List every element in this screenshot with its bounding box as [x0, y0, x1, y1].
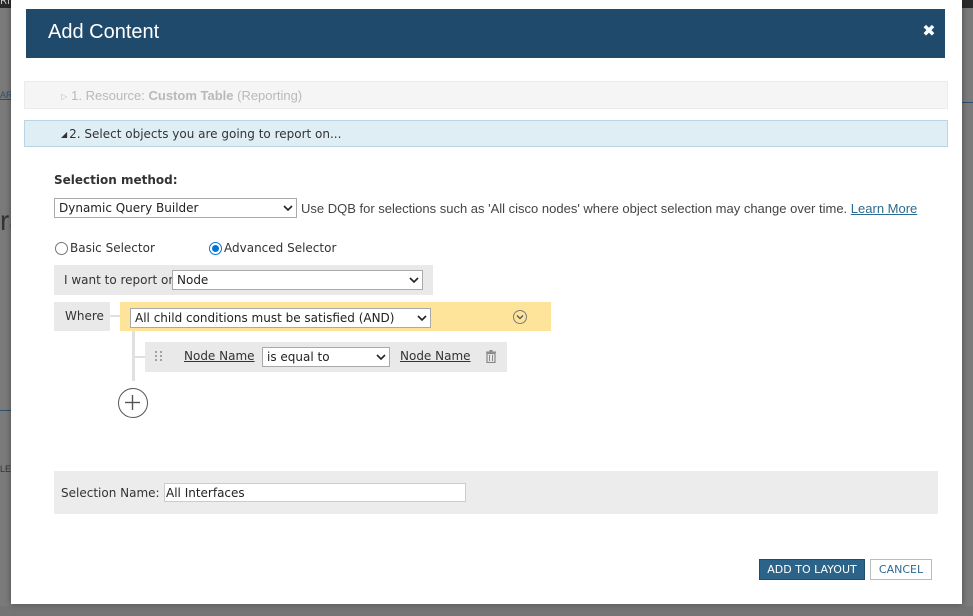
step-resource-name: Custom Table — [148, 88, 234, 103]
rule-field-link[interactable]: Node Name — [184, 349, 255, 363]
add-to-layout-button[interactable]: ADD TO LAYOUT — [759, 559, 865, 580]
report-on-value: Node — [177, 273, 209, 287]
chevron-down-icon — [417, 315, 427, 322]
dialog-title: Add Content — [48, 21, 160, 43]
selection-name-label: Selection Name: — [61, 486, 160, 500]
selection-method-hint-text: Use DQB for selections such as 'All cisc… — [301, 201, 848, 216]
add-content-dialog: Add Content ✖ ▷ 1. Resource: Custom Table… — [11, 0, 962, 604]
where-label: Where — [65, 309, 104, 323]
basic-selector-option[interactable]: Basic Selector — [55, 241, 155, 255]
selection-method-value: Dynamic Query Builder — [59, 201, 199, 215]
background-divider-right — [962, 102, 973, 103]
advanced-selector-option[interactable]: Advanced Selector — [209, 241, 336, 255]
report-on-label: I want to report on — [64, 273, 176, 287]
step-resource-suffix: (Reporting) — [237, 88, 303, 103]
drag-handle-icon[interactable] — [154, 350, 163, 362]
selection-method-label: Selection method: — [54, 173, 178, 187]
cancel-button[interactable]: CANCEL — [870, 559, 932, 580]
close-icon[interactable]: ✖ — [921, 23, 937, 39]
step-select-objects-label: ◢ 2. Select objects you are going to repo… — [61, 127, 341, 141]
expanded-triangle-icon: ◢ — [61, 130, 68, 139]
expand-circle-icon[interactable] — [513, 310, 527, 324]
tree-connector-branch — [135, 356, 145, 358]
step-resource-prefix: 1. Resource: — [71, 88, 145, 103]
where-box: Where — [54, 302, 110, 331]
plus-icon — [125, 395, 140, 410]
trash-icon[interactable] — [485, 350, 497, 363]
selection-name-input[interactable] — [164, 483, 466, 502]
selection-name-row: Selection Name: — [54, 471, 938, 514]
background-divider — [0, 410, 11, 411]
chevron-down-icon — [409, 277, 419, 284]
advanced-selector-radio[interactable] — [209, 241, 222, 255]
chevron-down-icon — [376, 354, 386, 361]
step-resource[interactable]: ▷ 1. Resource: Custom Table (Reporting) — [24, 81, 948, 109]
selection-method-hint: Use DQB for selections such as 'All cisc… — [301, 201, 917, 216]
chevron-down-icon — [283, 205, 293, 212]
background-fragment-label: LE — [0, 464, 12, 474]
condition-operator-select[interactable]: All child conditions must be satisfied (… — [130, 308, 431, 328]
basic-selector-label: Basic Selector — [70, 241, 155, 255]
background-bottom-bar — [0, 606, 973, 616]
collapsed-triangle-icon: ▷ — [61, 92, 68, 101]
condition-operator-value: All child conditions must be satisfied (… — [135, 311, 395, 325]
step-resource-label: ▷ 1. Resource: Custom Table (Reporting) — [61, 88, 302, 103]
background-topbar-text: RI — [0, 0, 10, 7]
report-on-row: I want to report on Node — [54, 265, 433, 295]
basic-selector-radio[interactable] — [55, 241, 68, 255]
learn-more-link[interactable]: Learn More — [851, 201, 917, 216]
rule-value-link[interactable]: Node Name — [400, 349, 471, 363]
tree-connector — [110, 315, 120, 317]
report-on-select[interactable]: Node — [172, 270, 423, 290]
selection-method-select[interactable]: Dynamic Query Builder — [54, 198, 297, 218]
advanced-selector-label: Advanced Selector — [224, 241, 337, 255]
rule-operator-value: is equal to — [267, 350, 330, 364]
step-select-objects[interactable]: ◢ 2. Select objects you are going to repo… — [24, 120, 948, 147]
step-select-objects-text: 2. Select objects you are going to repor… — [69, 127, 342, 141]
rule-operator-select[interactable]: is equal to — [262, 347, 390, 367]
condition-group: All child conditions must be satisfied (… — [120, 302, 551, 331]
dialog-titlebar: Add Content ✖ — [26, 9, 945, 58]
add-condition-button[interactable] — [118, 388, 148, 418]
condition-rule-row: Node Name is equal to Node Name — [145, 342, 507, 372]
